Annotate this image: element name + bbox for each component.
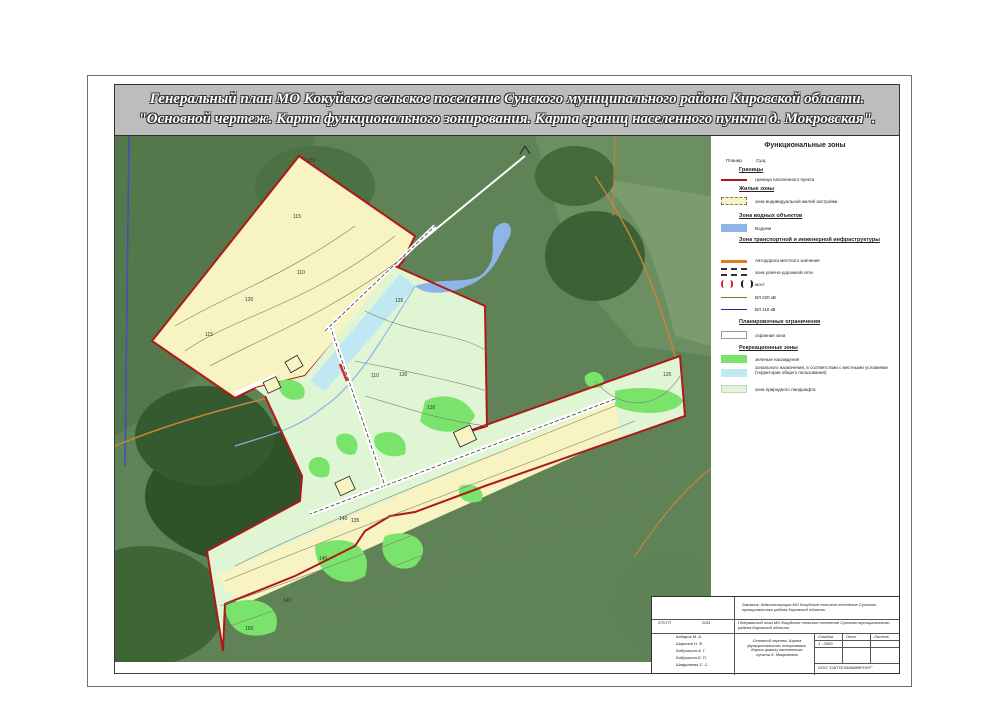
contour-label: 110 bbox=[371, 373, 379, 379]
title-line-1: Генеральный план МО Кокуйское сельское п… bbox=[149, 91, 865, 107]
contour-label: 115 bbox=[205, 332, 213, 338]
contour-label: 125 bbox=[395, 298, 404, 304]
stamp-code: 070-ГП bbox=[658, 620, 672, 625]
legend-item-vl110: ВЛ 110 кВ bbox=[755, 307, 776, 312]
legend-item-natural: зона природного ландшафта bbox=[755, 387, 816, 392]
contour-label: 120 bbox=[245, 297, 254, 303]
legend-section-borders: Границы bbox=[739, 167, 764, 173]
contour-label: 155 bbox=[307, 158, 316, 164]
stamp-name-2: Шаронов Н. Ф. bbox=[676, 641, 704, 646]
legend-title: Функциональные зоны bbox=[764, 142, 846, 149]
legend-section-transport: Зона транспортной и инженерной инфрастру… bbox=[739, 237, 880, 243]
legend-vl220-symbol bbox=[721, 297, 747, 298]
contour-label: 130 bbox=[427, 405, 436, 411]
legend-section-restrictions: Планировочные ограничения bbox=[739, 319, 821, 325]
stamp-h-sheets: Листов bbox=[874, 634, 889, 639]
legend-item-road-local: Автодорога местного значения bbox=[755, 258, 820, 263]
contour-label: 140 bbox=[339, 516, 348, 522]
legend-bridge-symbol-plan bbox=[721, 280, 733, 288]
stamp-project: Генеральный план МО Кокуйское сельское п… bbox=[738, 620, 890, 630]
forest-ne bbox=[545, 211, 645, 301]
legend-individual-symbol bbox=[721, 197, 747, 205]
legend-item-bridge: мост bbox=[755, 282, 765, 287]
stamp-sheet-name: Основной чертеж. Карта функционального з… bbox=[747, 638, 807, 657]
stamp-h-stage: Стадия bbox=[818, 634, 833, 639]
legend-section-water: Зона водных объектов bbox=[739, 213, 803, 219]
legend-road-symbol bbox=[721, 260, 747, 263]
legend-item-water: Водоем bbox=[755, 226, 772, 231]
contour-label: 140 bbox=[319, 556, 328, 562]
stamp-client: Заказчик: Администрация МО Кокуйское сел… bbox=[742, 602, 877, 612]
stamp-h-sheet: Лист bbox=[846, 634, 857, 639]
stamp-org: ООО "САПТЕХКИМИВРОНТ" bbox=[818, 665, 873, 670]
legend-green-symbol bbox=[721, 355, 747, 363]
stamp-name-4: Бабушкина Б. П. bbox=[676, 655, 707, 660]
contour-label: 150 bbox=[245, 626, 254, 632]
legend-panel: Функциональные зоны Планир. Сущ. Границы… bbox=[711, 136, 899, 596]
contour-label: 115 bbox=[293, 214, 301, 220]
map-area: 155 140 115 110 120 115 125 130 110 125 … bbox=[115, 136, 711, 662]
legend-section-living: Жилые зоны bbox=[739, 186, 775, 192]
legend-bridge-symbol-exist bbox=[741, 280, 753, 288]
legend-col-plan: Планир. bbox=[726, 158, 744, 163]
legend-zonal-symbol bbox=[721, 369, 747, 377]
legend-border-symbol bbox=[721, 179, 747, 181]
title-block: Генеральный план МО Кокуйское сельское п… bbox=[114, 84, 900, 136]
zoning-map: 155 140 115 110 120 115 125 130 110 125 … bbox=[115, 136, 711, 662]
legend-water-symbol bbox=[721, 224, 747, 232]
legend-vl110-symbol bbox=[721, 309, 747, 310]
contour-label: 110 bbox=[297, 270, 305, 276]
forest-n bbox=[535, 146, 615, 206]
stamp-name-1: Кабаров М. А. bbox=[676, 634, 703, 639]
legend-item-zonal: зонального назначения, в соответствии с … bbox=[755, 365, 888, 375]
legend-street-symbol bbox=[721, 268, 747, 276]
legend-item-vl220: ВЛ 220 кВ bbox=[755, 295, 776, 300]
contour-label: 135 bbox=[351, 518, 360, 524]
legend-item-border: граница населенного пункта bbox=[755, 177, 815, 182]
legend-col-exist: Сущ. bbox=[756, 158, 767, 163]
legend-item-protect: охранная зона bbox=[755, 333, 786, 338]
legend-section-recreation: Рекреационные зоны bbox=[739, 345, 798, 351]
stamp-year: 2011 bbox=[702, 620, 711, 625]
legend-item-individual: зона индивидуальной жилой застройки bbox=[755, 199, 838, 204]
title-stamp: Заказчик: Администрация МО Кокуйское сел… bbox=[651, 596, 900, 675]
contour-label: 130 bbox=[399, 372, 408, 378]
legend-natural-symbol bbox=[721, 385, 747, 393]
stamp-name-5: Шафранова С. С. bbox=[676, 662, 709, 667]
stamp-name-3: Бабушкина А. Г. bbox=[676, 648, 706, 653]
contour-label: 145 bbox=[283, 598, 292, 604]
legend-item-street-net: зона улично-дорожной сети bbox=[755, 270, 813, 275]
legend-item-green: зеленые насаждения bbox=[755, 357, 800, 362]
stamp-scale: 1 : 2000 bbox=[818, 641, 833, 646]
title-line-2: "Основной чертеж. Карта функционального … bbox=[138, 111, 876, 127]
contour-label: 125 bbox=[663, 372, 672, 378]
legend-protect-symbol bbox=[721, 331, 747, 339]
